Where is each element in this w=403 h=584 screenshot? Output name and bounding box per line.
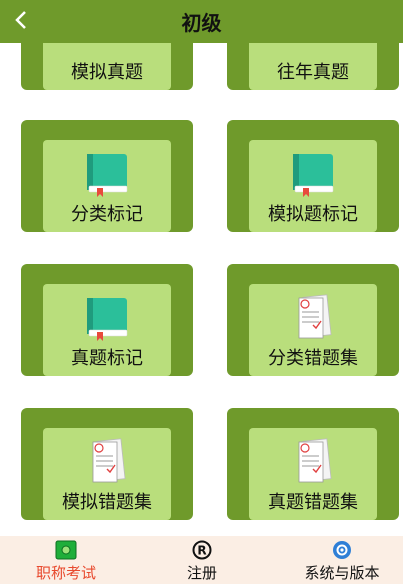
- menu-label: 模拟错题集: [62, 492, 152, 513]
- app-header: 初级: [0, 0, 403, 43]
- menu-label: 分类标记: [71, 204, 143, 225]
- tab-bar: 职称考试 R 注册 系统与版本: [0, 536, 403, 584]
- book-icon: [87, 298, 128, 341]
- card-inner: 分类标记: [39, 138, 171, 234]
- card-inner: 模拟错题集: [39, 426, 171, 522]
- svg-text:R: R: [197, 544, 206, 558]
- tab-label: 系统与版本: [304, 564, 380, 582]
- menu-label: 分类错题集: [268, 348, 358, 369]
- menu-card-real-bookmarks[interactable]: 真题标记: [21, 264, 193, 378]
- book-icon: [293, 154, 334, 197]
- tab-register[interactable]: R 注册: [142, 540, 262, 584]
- tab-label: 职称考试: [35, 564, 96, 582]
- menu-label: 模拟真题: [71, 62, 143, 83]
- menu-label: 往年真题: [277, 62, 349, 83]
- menu-card-real-mistakes[interactable]: 真题错题集: [227, 408, 399, 522]
- menu-label: 模拟题标记: [268, 204, 358, 225]
- menu-grid: 模拟真题 往年真题 分类标记 模拟题标记 真题标记 分类错题集 模拟错题集 真题…: [0, 0, 403, 536]
- graded-paper-icon: [298, 438, 332, 483]
- tab-system[interactable]: 系统与版本: [282, 540, 402, 584]
- menu-label: 真题标记: [71, 348, 143, 369]
- card-inner: 模拟题标记: [245, 138, 377, 234]
- card-inner: 真题标记: [39, 282, 171, 378]
- menu-card-mock-bookmarks[interactable]: 模拟题标记: [227, 120, 399, 234]
- book-icon: [87, 154, 128, 197]
- menu-card-mock-mistakes[interactable]: 模拟错题集: [21, 408, 193, 522]
- menu-card-category-bookmarks[interactable]: 分类标记: [21, 120, 193, 234]
- registered-icon: R: [192, 540, 212, 560]
- exam-icon: [55, 540, 77, 560]
- graded-paper-icon: [298, 294, 332, 339]
- page-title: 初级: [181, 11, 222, 35]
- tab-exam[interactable]: 职称考试: [6, 540, 126, 584]
- system-icon: [333, 541, 351, 559]
- card-inner: 分类错题集: [245, 282, 377, 378]
- tab-label: 注册: [186, 564, 217, 582]
- menu-card-category-mistakes[interactable]: 分类错题集: [227, 264, 399, 378]
- card-inner: 真题错题集: [245, 426, 377, 522]
- graded-paper-icon: [92, 438, 126, 483]
- menu-label: 真题错题集: [268, 492, 358, 513]
